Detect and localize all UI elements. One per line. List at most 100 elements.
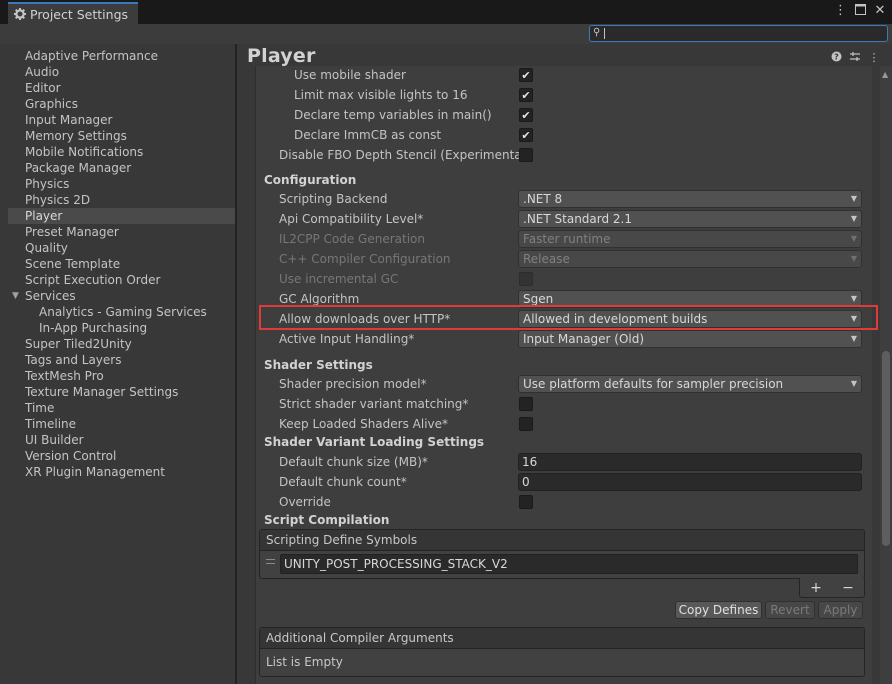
sidebar-item[interactable]: Memory Settings (8, 128, 235, 144)
incremental-gc-row: Use incremental GC (256, 270, 872, 288)
preset-icon[interactable] (849, 51, 861, 65)
sidebar-item[interactable]: Time (8, 400, 235, 416)
scroll-up-icon[interactable]: ▲ (882, 70, 888, 79)
chunk-count-row: Default chunk count* 0 (256, 473, 872, 491)
expand-arrow-icon[interactable]: ▼ (12, 288, 19, 304)
scripting-backend-row: Scripting Backend .NET 8 ▼ (256, 190, 872, 208)
scripting-backend-dropdown[interactable]: .NET 8 ▼ (518, 190, 862, 208)
search-input[interactable]: ⚲ (589, 25, 888, 42)
shader-precision-dropdown[interactable]: Use platform defaults for sampler precis… (518, 375, 862, 393)
declare-immcb-checkbox[interactable]: ✔ (519, 128, 533, 142)
sidebar-item[interactable]: Timeline (8, 416, 235, 432)
sidebar-item-label: Tags and Layers (25, 353, 122, 367)
sidebar-item[interactable]: Version Control (8, 448, 235, 464)
incremental-gc-checkbox (519, 272, 533, 286)
settings-nav: Adaptive Performance Audio Editor Graphics I… (8, 44, 235, 480)
left-gutter (0, 44, 8, 684)
field-label: Keep Loaded Shaders Alive* (279, 417, 449, 431)
use-mobile-shader-checkbox[interactable]: ✔ (519, 68, 533, 82)
field-label: Limit max visible lights to 16 (294, 88, 468, 102)
cpp-config-dropdown: Release ▼ (518, 250, 862, 268)
field-label: Api Compatibility Level* (279, 212, 424, 226)
chevron-down-icon: ▼ (850, 379, 857, 388)
limit-lights-checkbox[interactable]: ✔ (519, 88, 533, 102)
chunk-size-field[interactable]: 16 (518, 453, 862, 471)
list-header: Scripting Define Symbols (260, 530, 864, 551)
sidebar-item[interactable]: Script Execution Order (8, 272, 235, 288)
sidebar-item[interactable]: Mobile Notifications (8, 144, 235, 160)
sidebar-item[interactable]: Preset Manager (8, 224, 235, 240)
apply-button[interactable]: Apply (818, 601, 863, 619)
close-icon[interactable]: ✕ (874, 4, 886, 19)
field-label: Disable FBO Depth Stencil (Experimental) (279, 148, 530, 162)
sidebar-item[interactable]: XR Plugin Management (8, 464, 235, 480)
shader-precision-row: Shader precision model* Use platform def… (256, 375, 872, 393)
input-handling-dropdown[interactable]: Input Manager (Old) ▼ (518, 330, 862, 348)
sidebar-item[interactable]: Physics 2D (8, 192, 235, 208)
sidebar-item-label: Mobile Notifications (25, 145, 144, 159)
help-icon[interactable]: ? (830, 51, 842, 65)
section-variant-loading: Shader Variant Loading Settings (264, 435, 485, 449)
sidebar-item[interactable]: Physics (8, 176, 235, 192)
chunk-size-row: Default chunk size (MB)* 16 (256, 453, 872, 471)
highlight-box (259, 305, 878, 330)
sidebar-item[interactable]: Tags and Layers (8, 352, 235, 368)
sidebar-item-label: Time (25, 401, 55, 415)
sidebar-item[interactable]: Player (8, 208, 235, 224)
page-title: Player (247, 45, 316, 67)
remove-icon[interactable]: − (842, 580, 854, 596)
disable-fbo-checkbox[interactable] (519, 148, 533, 162)
text-caret (604, 28, 605, 39)
keep-loaded-checkbox[interactable] (519, 417, 533, 431)
more-menu-icon[interactable]: ⋮ (834, 4, 847, 19)
sidebar-item-label: Analytics - Gaming Services (39, 305, 207, 319)
sidebar-item-label: TextMesh Pro (25, 369, 104, 383)
field-label: Use incremental GC (279, 272, 399, 286)
sidebar-item[interactable]: ▼ Services (8, 288, 235, 304)
revert-button[interactable]: Revert (765, 601, 815, 619)
more-menu-icon[interactable]: ⋮ (868, 51, 880, 65)
sidebar-item-label: Super Tiled2Unity (25, 337, 132, 351)
sidebar-item[interactable]: TextMesh Pro (8, 368, 235, 384)
field-label: Strict shader variant matching* (279, 397, 469, 411)
field-label: Use mobile shader (294, 68, 406, 82)
chunk-count-field[interactable]: 0 (518, 473, 862, 491)
sidebar-item[interactable]: Adaptive Performance (8, 48, 235, 64)
copy-defines-button[interactable]: Copy Defines (675, 601, 762, 619)
sidebar-item[interactable]: Scene Template (8, 256, 235, 272)
strict-matching-checkbox[interactable] (519, 397, 533, 411)
sidebar-item[interactable]: UI Builder (8, 432, 235, 448)
sidebar-item[interactable]: Super Tiled2Unity (8, 336, 235, 352)
sidebar-item[interactable]: Editor (8, 80, 235, 96)
api-compat-dropdown[interactable]: .NET Standard 2.1 ▼ (518, 210, 862, 228)
maximize-icon[interactable] (854, 4, 866, 19)
title-bar: Project Settings ⋮ ✕ (0, 0, 892, 24)
sidebar-item-label: Physics 2D (25, 193, 91, 207)
sidebar-item[interactable]: Texture Manager Settings (8, 384, 235, 400)
sidebar-item[interactable]: In-App Purchasing (8, 320, 235, 336)
define-symbol-field[interactable]: UNITY_POST_PROCESSING_STACK_V2 (280, 554, 858, 574)
define-symbols-list: Scripting Define Symbols UNITY_POST_PROC… (259, 529, 865, 579)
sidebar-item[interactable]: Analytics - Gaming Services (8, 304, 235, 320)
scrollbar[interactable]: ▲ (880, 66, 892, 684)
section-configuration: Configuration (264, 173, 357, 187)
override-checkbox[interactable] (519, 495, 533, 509)
list-item: UNITY_POST_PROCESSING_STACK_V2 (260, 551, 864, 577)
sidebar-item[interactable]: Quality (8, 240, 235, 256)
limit-lights-row: Limit max visible lights to 16 ✔ (256, 86, 872, 104)
sidebar-item[interactable]: Graphics (8, 96, 235, 112)
add-icon[interactable]: + (810, 580, 822, 596)
drag-handle-icon[interactable] (266, 559, 275, 564)
sidebar-item[interactable]: Input Manager (8, 112, 235, 128)
section-script-compilation: Script Compilation (264, 513, 390, 527)
keep-loaded-row: Keep Loaded Shaders Alive* (256, 415, 872, 433)
declare-temp-checkbox[interactable]: ✔ (519, 108, 533, 122)
inspector-content: Use mobile shader ✔ Limit max visible li… (255, 66, 872, 684)
strict-matching-row: Strict shader variant matching* (256, 395, 872, 413)
sidebar-item[interactable]: Package Manager (8, 160, 235, 176)
scrollbar-thumb[interactable] (882, 351, 890, 546)
search-bar: ⚲ (0, 24, 892, 44)
dropdown-value: .NET 8 (523, 192, 563, 206)
tab-project-settings[interactable]: Project Settings (8, 2, 138, 24)
sidebar-item[interactable]: Audio (8, 64, 235, 80)
